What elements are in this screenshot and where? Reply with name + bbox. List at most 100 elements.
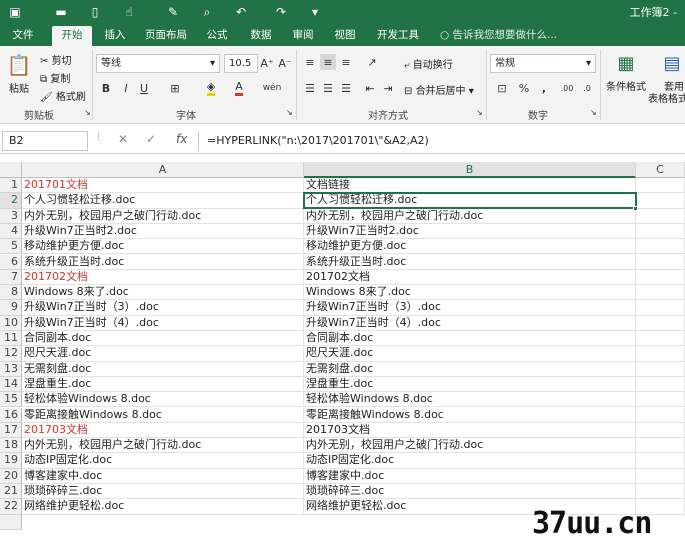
row-header[interactable]: 22: [0, 499, 22, 515]
cancel-icon[interactable]: ✕: [118, 132, 128, 146]
align-left-icon[interactable]: ☰: [302, 80, 318, 96]
cell-a[interactable]: 升级Win7正当时2.doc: [22, 223, 304, 240]
cell-c[interactable]: [636, 223, 685, 240]
select-all-corner[interactable]: [0, 162, 22, 178]
cell-c[interactable]: [636, 239, 685, 255]
cell-c[interactable]: [636, 392, 685, 408]
cell-a[interactable]: 个人习惯轻松迁移.doc: [22, 193, 304, 209]
cell-a[interactable]: 无需刻盘.doc: [22, 361, 304, 377]
currency-icon[interactable]: ⊡: [492, 80, 512, 96]
alignment-launcher-icon[interactable]: ↘: [476, 108, 483, 117]
borders-icon[interactable]: ⊞: [166, 80, 184, 96]
row-header[interactable]: 12: [0, 346, 22, 362]
tab-data[interactable]: 数据: [244, 26, 278, 46]
cell-c[interactable]: [636, 331, 685, 347]
row-header[interactable]: 19: [0, 453, 22, 469]
font-color-icon[interactable]: A: [230, 80, 248, 96]
print-preview-icon[interactable]: ⌕: [198, 3, 216, 21]
row-header[interactable]: 9: [0, 300, 22, 316]
cell-c[interactable]: [636, 453, 685, 469]
table-format-icon[interactable]: ▤: [660, 50, 684, 76]
undo-icon[interactable]: ↶: [232, 3, 250, 21]
insert-function-button[interactable]: fx: [176, 132, 187, 146]
cell-b[interactable]: 合同副本.doc: [304, 331, 636, 347]
cell-b[interactable]: 动态IP固定化.doc: [304, 453, 636, 469]
paste-button[interactable]: 粘贴: [9, 80, 29, 95]
cell-b[interactable]: 升级Win7正当时（4）.doc: [304, 315, 636, 331]
tell-me-box[interactable]: ○ 告诉我您想要做什么...: [440, 27, 557, 42]
cell-b[interactable]: 零距离接触Windows 8.doc: [304, 407, 636, 423]
tab-file[interactable]: 文件: [6, 26, 40, 46]
cell-c[interactable]: [636, 300, 685, 316]
cell-c[interactable]: [636, 376, 685, 393]
cell-c[interactable]: [636, 468, 685, 484]
cell-b[interactable]: 涅盘重生.doc: [304, 376, 636, 393]
conditional-format-button[interactable]: 条件格式: [606, 78, 646, 93]
row-header[interactable]: 11: [0, 331, 22, 347]
cell-b[interactable]: 内外无别，校园用户之破门行动.doc: [304, 208, 636, 224]
tab-formulas[interactable]: 公式: [200, 26, 234, 46]
customize-icon[interactable]: ▾: [306, 3, 324, 21]
table-format-button-line2[interactable]: 表格格式: [648, 90, 685, 105]
cell-c[interactable]: [636, 208, 685, 224]
tab-view[interactable]: 视图: [328, 26, 362, 46]
cell-a[interactable]: 琐琐碎碎三.doc: [22, 484, 304, 500]
row-header[interactable]: 7: [0, 269, 22, 286]
font-launcher-icon[interactable]: ↘: [286, 108, 293, 117]
cell-c[interactable]: [636, 346, 685, 362]
tab-developer[interactable]: 开发工具: [372, 26, 424, 46]
row-header[interactable]: 1: [0, 178, 22, 194]
enter-icon[interactable]: ✓: [146, 132, 156, 146]
merge-center-button[interactable]: ⊟ 合并后居中 ▾: [404, 82, 474, 97]
cell-b[interactable]: 博客建家中.doc: [304, 468, 636, 484]
format-painter-button[interactable]: 🖌 格式刷: [40, 88, 86, 103]
cell-b[interactable]: 文档链接: [304, 178, 636, 194]
cell-a[interactable]: 201701文档: [22, 178, 304, 194]
increase-indent-icon[interactable]: ⇥: [380, 80, 396, 96]
cell-c[interactable]: [636, 269, 685, 286]
cell-c[interactable]: [636, 315, 685, 331]
cell-b[interactable]: 系统升级正当时.doc: [304, 254, 636, 270]
row-header[interactable]: 2: [0, 193, 22, 209]
tab-insert[interactable]: 插入: [98, 26, 132, 46]
cell-c[interactable]: [636, 361, 685, 377]
cell-a[interactable]: 零距离接触Windows 8.doc: [22, 407, 304, 423]
cell-a[interactable]: 轻松体验Windows 8.doc: [22, 392, 304, 408]
cell-a[interactable]: 内外无别，校园用户之破门行动.doc: [22, 438, 304, 454]
comma-icon[interactable]: ,: [536, 80, 552, 96]
cell-a[interactable]: Windows 8来了.doc: [22, 285, 304, 301]
wrap-text-button[interactable]: ⤶ 自动换行: [404, 56, 453, 71]
cell-a[interactable]: 合同副本.doc: [22, 331, 304, 347]
tab-home[interactable]: 开始: [52, 26, 92, 46]
cell-c[interactable]: [636, 193, 685, 209]
align-bottom-icon[interactable]: ≡: [338, 54, 354, 70]
cut-button[interactable]: ✂ 剪切: [40, 52, 72, 67]
cell-a[interactable]: 网络维护更轻松.doc: [22, 499, 304, 515]
cell-b[interactable]: 轻松体验Windows 8.doc: [304, 392, 636, 408]
row-header[interactable]: 13: [0, 361, 22, 377]
column-header-c[interactable]: C: [636, 162, 685, 178]
row-header[interactable]: 10: [0, 315, 22, 331]
row-header[interactable]: 4: [0, 223, 22, 240]
italic-button[interactable]: I: [118, 80, 134, 96]
cell-a[interactable]: 涅盘重生.doc: [22, 376, 304, 393]
align-right-icon[interactable]: ☰: [338, 80, 354, 96]
row-header[interactable]: 8: [0, 285, 22, 301]
increase-decimal-icon[interactable]: .00: [558, 80, 576, 96]
cell-b[interactable]: 内外无别，校园用户之破门行动.doc: [304, 438, 636, 454]
row-header[interactable]: 21: [0, 484, 22, 500]
cell-b[interactable]: 201702文档: [304, 269, 636, 286]
tab-page-layout[interactable]: 页面布局: [140, 26, 192, 46]
cell-c[interactable]: [636, 178, 685, 194]
conditional-format-icon[interactable]: ▦: [614, 50, 638, 76]
cell-a[interactable]: 咫尺天涯.doc: [22, 346, 304, 362]
cell-b[interactable]: 升级Win7正当时（3）.doc: [304, 300, 636, 316]
row-header[interactable]: 17: [0, 422, 22, 439]
align-center-icon[interactable]: ☰: [320, 80, 336, 96]
cell-c[interactable]: [636, 285, 685, 301]
column-header-b[interactable]: B: [304, 162, 636, 178]
save-icon[interactable]: ▣: [6, 3, 24, 21]
cell-a[interactable]: 移动维护更方便.doc: [22, 239, 304, 255]
more-icon[interactable]: ⋮: [94, 132, 103, 142]
number-format-select[interactable]: 常规 ▾: [490, 54, 596, 73]
